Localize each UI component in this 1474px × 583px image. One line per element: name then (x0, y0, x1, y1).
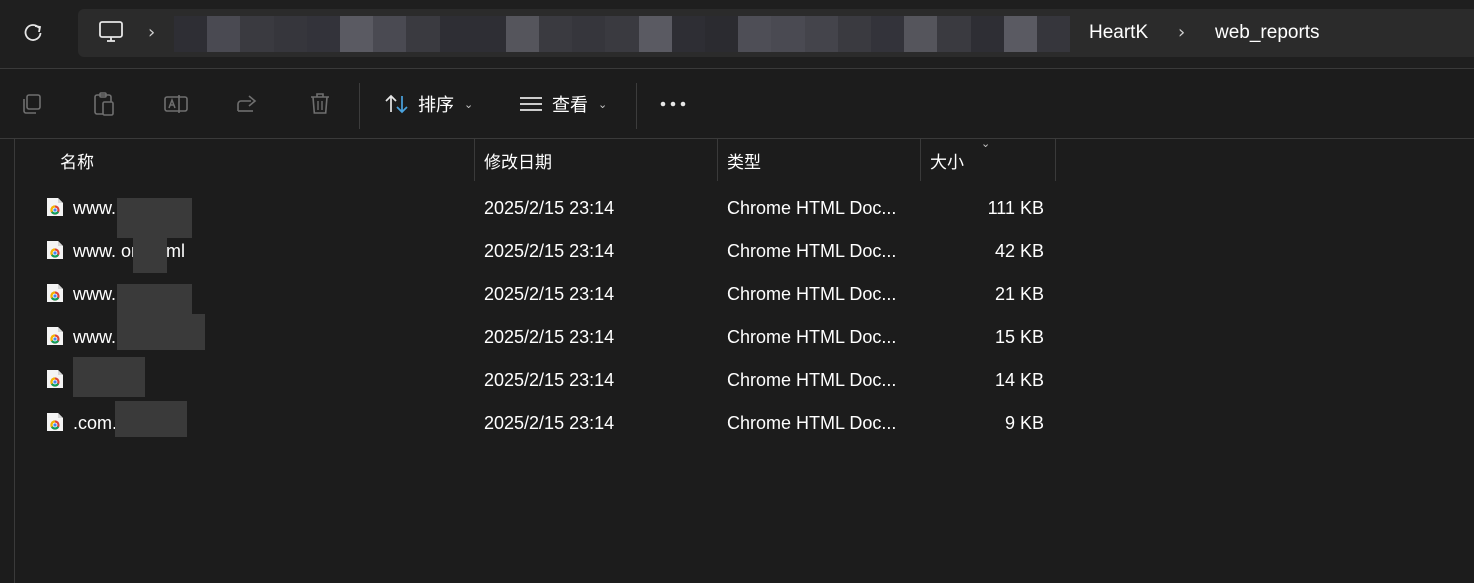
divider (0, 68, 1474, 69)
refresh-icon (24, 24, 42, 41)
column-separator[interactable] (1055, 139, 1056, 181)
column-separator[interactable] (920, 139, 921, 181)
share-button[interactable] (234, 90, 262, 118)
blurred-path-segment (174, 16, 1071, 52)
column-separator[interactable] (474, 139, 475, 181)
copy-icon (23, 94, 41, 114)
toolbar-separator (636, 83, 637, 129)
rename-icon (164, 95, 188, 113)
trash-icon (311, 93, 329, 114)
breadcrumb-heartk[interactable]: HeartK (1089, 21, 1148, 45)
file-type: Chrome HTML Doc... (727, 284, 897, 304)
file-date: 2025/2/15 23:14 (484, 284, 615, 304)
file-date: 2025/2/15 23:14 (484, 198, 615, 218)
chevron-down-icon: ⌄ (464, 97, 474, 111)
column-separator[interactable] (717, 139, 718, 181)
chrome-html-file-icon (47, 413, 63, 431)
chrome-html-file-icon (47, 198, 63, 216)
file-size: 9 KB (1004, 413, 1044, 433)
file-size: 21 KB (994, 284, 1044, 304)
sort-icon (385, 94, 408, 114)
command-toolbar: 排序 ⌄ 查看 ⌄ (0, 70, 1474, 138)
redaction-blur (117, 198, 192, 238)
sort-indicator-icon: ⌄ (981, 137, 991, 150)
chrome-html-file-icon (47, 327, 63, 345)
redaction-blur (133, 233, 167, 273)
chrome-html-file-icon (47, 241, 63, 259)
file-date: 2025/2/15 23:14 (484, 241, 615, 261)
table-row[interactable]: com.html2025/2/15 23:14Chrome HTML Doc..… (40, 359, 1060, 402)
paste-icon (94, 92, 114, 116)
file-type: Chrome HTML Doc... (727, 198, 897, 218)
redaction-blur (117, 314, 205, 350)
breadcrumb-web-reports[interactable]: web_reports (1215, 21, 1320, 45)
pane-border (14, 139, 15, 583)
file-size: 15 KB (994, 327, 1044, 347)
delete-button[interactable] (306, 90, 334, 118)
sort-label: 排序 (418, 95, 454, 116)
chrome-html-file-icon (47, 370, 63, 388)
file-size: 42 KB (994, 241, 1044, 261)
file-list-pane: 名称 修改日期 类型 大小 ⌄ www. .html2025/2/15 23:1… (0, 137, 1474, 583)
file-type: Chrome HTML Doc... (727, 327, 897, 347)
column-header-type[interactable]: 类型 (727, 139, 761, 181)
file-date: 2025/2/15 23:14 (484, 370, 615, 390)
chevron-right-icon[interactable]: › (148, 23, 162, 43)
view-menu-button[interactable]: 查看 ⌄ (518, 90, 607, 118)
file-size: 14 KB (994, 370, 1044, 390)
file-size: 111 KB (987, 198, 1044, 218)
column-header-date[interactable]: 修改日期 (484, 139, 552, 181)
paste-button[interactable] (90, 90, 118, 118)
copy-button[interactable] (18, 90, 46, 118)
file-name[interactable]: www. om.html (73, 240, 185, 262)
table-row[interactable]: www. om.html 2025/2/15 23:14 Chrome HTML D… (40, 230, 1060, 273)
view-list-icon (520, 97, 542, 111)
file-type: Chrome HTML Doc... (727, 241, 897, 261)
table-row[interactable]: www. .html2025/2/15 23:14Chrome HTML Doc… (40, 187, 1060, 230)
file-date: 2025/2/15 23:14 (484, 327, 615, 347)
view-label: 查看 (552, 95, 588, 116)
redaction-blur (73, 357, 145, 397)
table-row[interactable]: .com.html 2025/2/15 23:14 Chrome HTML Doc.… (40, 402, 1060, 445)
share-icon (237, 95, 257, 112)
toolbar-separator (359, 83, 360, 129)
redaction-blur (115, 401, 187, 437)
refresh-button[interactable] (18, 16, 48, 50)
file-type: Chrome HTML Doc... (727, 413, 897, 433)
chrome-html-file-icon (47, 284, 63, 302)
more-icon (660, 101, 686, 107)
table-row[interactable]: www. om.html2025/2/15 23:14Chrome HTML D… (40, 273, 1060, 316)
address-bar-area: › HeartK › web_reports (0, 0, 1474, 68)
rename-button[interactable] (162, 90, 190, 118)
file-type: Chrome HTML Doc... (727, 370, 897, 390)
column-header-name[interactable]: 名称 (60, 139, 94, 181)
sort-menu-button[interactable]: 排序 ⌄ (384, 90, 473, 118)
address-bar[interactable]: › HeartK › web_reports (78, 9, 1474, 57)
more-options-button[interactable] (659, 90, 687, 118)
monitor-icon[interactable] (98, 20, 124, 44)
chevron-down-icon: ⌄ (598, 97, 608, 111)
file-date: 2025/2/15 23:14 (484, 413, 615, 433)
chevron-right-icon[interactable]: › (1178, 23, 1192, 43)
column-header-size[interactable]: 大小 (930, 139, 964, 181)
